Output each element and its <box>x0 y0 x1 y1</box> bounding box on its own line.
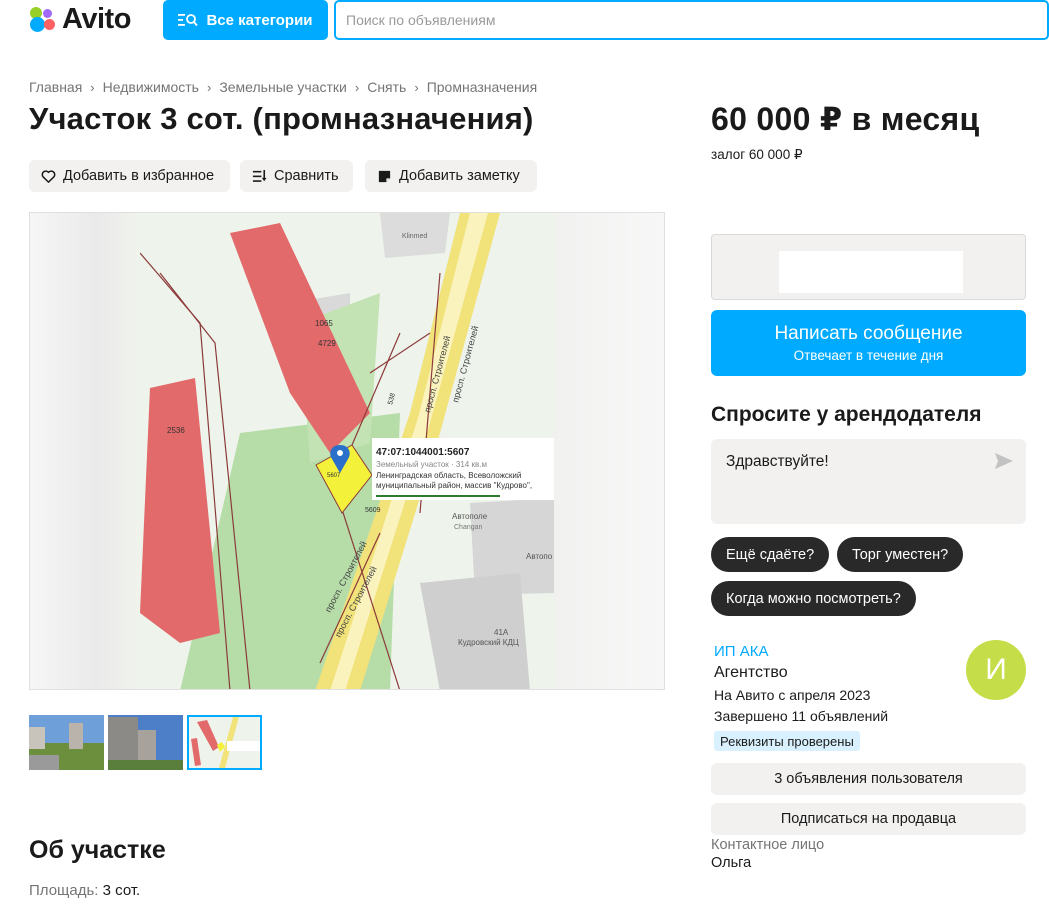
search-box[interactable] <box>334 0 1049 40</box>
address-line1: Ленинградская область, Всеволожский <box>376 471 521 480</box>
seller-completed: Завершено 11 объявлений <box>714 708 889 724</box>
write-message-button[interactable]: Написать сообщение Отвечает в течение дн… <box>711 310 1026 376</box>
building-2536-label: 2536 <box>167 426 185 435</box>
price: 60 000 ₽ в месяц <box>711 101 980 137</box>
image-blur-left <box>30 213 140 689</box>
heart-icon <box>41 169 56 183</box>
area-value: 3 сот. <box>102 882 141 899</box>
area-line: Площадь: 3 сот. <box>29 882 140 899</box>
building-4729-label: 4729 <box>318 339 336 348</box>
chevron-right-icon: › <box>206 79 212 95</box>
chevron-right-icon: › <box>90 79 95 95</box>
num-5607-label: 5607 <box>327 473 341 479</box>
cadastral-map: 47:07:1044001:5607 Земельный участок · 3… <box>140 213 554 689</box>
ask-message-box[interactable]: Здравствуйте! <box>711 439 1026 524</box>
changan-label: Changan <box>454 524 483 531</box>
seller-type: Агентство <box>714 664 788 681</box>
chip-still-renting[interactable]: Ещё сдаёте? <box>711 537 830 572</box>
user-ads-button[interactable]: 3 объявления пользователя <box>711 763 1026 795</box>
num-5609-label: 5609 <box>365 507 381 514</box>
about-section-title: Об участке <box>29 836 166 864</box>
write-message-label: Написать сообщение <box>774 323 963 344</box>
compare-icon <box>252 169 267 182</box>
breadcrumb-rent[interactable]: Снять <box>367 79 406 95</box>
show-phone-area[interactable] <box>711 234 1026 300</box>
logo-text: Avito <box>62 3 131 35</box>
add-favorite-button[interactable]: Добавить в избранное <box>29 160 230 192</box>
image-blur-right <box>552 213 664 689</box>
verified-badge: Реквизиты проверены <box>714 731 860 751</box>
chip-bargain[interactable]: Торг уместен? <box>837 537 964 572</box>
avito-logo[interactable]: Avito <box>30 4 131 34</box>
subscribe-button[interactable]: Подписаться на продавца <box>711 803 1026 835</box>
breadcrumb-land[interactable]: Земельные участки <box>219 79 347 95</box>
thumbnail-1[interactable] <box>29 715 104 770</box>
thumbnail-2[interactable] <box>108 715 183 770</box>
building-1065-label: 1065 <box>315 319 333 328</box>
area-label: Площадь: <box>29 882 99 899</box>
compare-label: Сравнить <box>274 168 339 184</box>
autopole-label: Автополе <box>452 512 488 521</box>
seller-since: На Авито с апреля 2023 <box>714 687 871 703</box>
chevron-right-icon: › <box>414 79 419 95</box>
breadcrumb-home[interactable]: Главная <box>29 79 82 95</box>
street-photo-thumbnail <box>29 715 104 770</box>
logo-dots-icon <box>30 5 60 33</box>
chevron-right-icon: › <box>354 79 360 95</box>
avatar[interactable]: И <box>966 640 1026 700</box>
all-categories-button[interactable]: Все категории <box>163 0 328 40</box>
seller-name-link[interactable]: ИП АКА <box>714 643 768 660</box>
ask-message-text[interactable]: Здравствуйте! <box>726 453 829 471</box>
address-line2: муниципальный район, массив "Кудрово", <box>376 481 532 490</box>
parcel-type: Земельный участок · 314 кв.м <box>376 460 487 469</box>
note-icon <box>378 170 391 182</box>
breadcrumb-realty[interactable]: Недвижимость <box>103 79 199 95</box>
chip-when-view[interactable]: Когда можно посмотреть? <box>711 581 916 616</box>
response-time-label: Отвечает в течение дня <box>793 348 944 363</box>
contact-person-label: Контактное лицо <box>711 837 825 853</box>
compare-button[interactable]: Сравнить <box>240 160 353 192</box>
thumbnail-strip <box>29 715 262 770</box>
search-input[interactable] <box>346 12 1047 28</box>
send-icon[interactable] <box>994 452 1014 470</box>
kudrovo-kdc-label: Кудровский КДЦ <box>458 638 519 647</box>
cadastral-number: 47:07:1044001:5607 <box>376 447 470 458</box>
all-categories-label: Все категории <box>206 11 313 29</box>
categories-search-icon <box>178 14 199 27</box>
num-41a-label: 41А <box>494 628 509 637</box>
contact-person-name: Ольга <box>711 855 752 871</box>
thumbnail-3-active[interactable] <box>187 715 262 770</box>
breadcrumb-industrial[interactable]: Промназначения <box>427 79 537 95</box>
ask-landlord-title: Спросите у арендодателя <box>711 403 982 426</box>
listing-main-image[interactable]: 47:07:1044001:5607 Земельный участок · 3… <box>29 212 665 690</box>
kirmed-label: Klinmed <box>402 233 427 240</box>
deposit: залог 60 000 ₽ <box>711 147 803 162</box>
add-favorite-label: Добавить в избранное <box>63 168 215 184</box>
page-title: Участок 3 сот. (промназначения) <box>29 101 534 136</box>
breadcrumb: Главная › Недвижимость › Земельные участ… <box>29 79 537 95</box>
map-thumbnail <box>189 717 260 768</box>
autopole-label-2: Автопо <box>526 552 553 561</box>
add-note-label: Добавить заметку <box>399 168 520 184</box>
phone-placeholder <box>779 251 963 293</box>
add-note-button[interactable]: Добавить заметку <box>365 160 537 192</box>
building-photo-thumbnail <box>108 715 183 770</box>
